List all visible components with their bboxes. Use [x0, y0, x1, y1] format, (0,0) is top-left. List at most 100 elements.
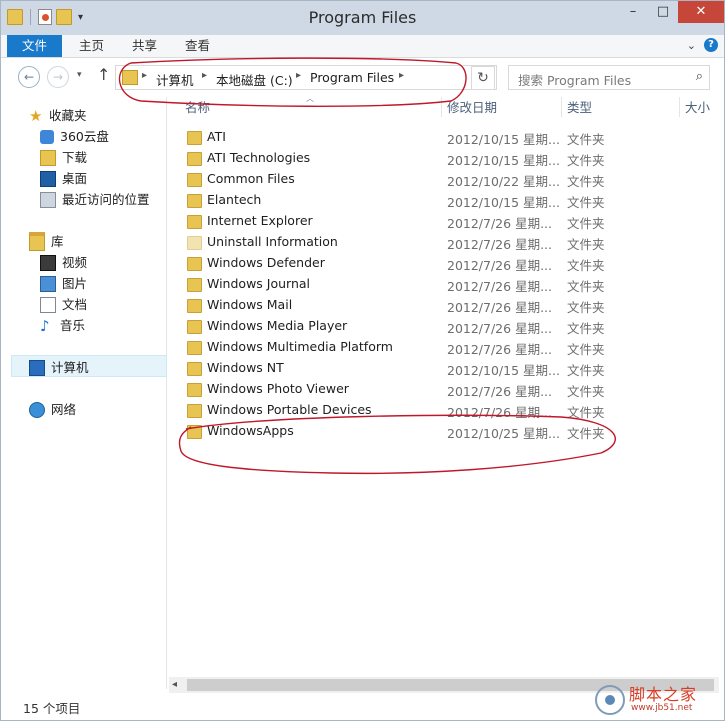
file-name[interactable]: ATI Technologies	[207, 150, 310, 165]
music-note-icon: ♪	[40, 316, 50, 335]
file-row[interactable]: Common Files 2012/10/22 星期... 文件夹	[178, 169, 628, 190]
sidebar-item-downloads[interactable]: 下载	[40, 148, 87, 167]
minimize-button[interactable]: –	[618, 1, 648, 23]
file-row[interactable]: Windows Media Player 2012/7/26 星期... 文件夹	[178, 316, 628, 337]
forward-button[interactable]: →	[47, 66, 69, 88]
file-row[interactable]: Windows Multimedia Platform 2012/7/26 星期.…	[178, 337, 628, 358]
folder-icon	[187, 236, 202, 250]
file-name[interactable]: Windows Journal	[207, 276, 310, 291]
up-arrow-icon[interactable]: ↑	[97, 65, 110, 84]
column-header-name[interactable]: 名称	[185, 97, 210, 119]
column-divider[interactable]	[561, 97, 562, 117]
folder-icon	[187, 131, 202, 145]
tab-view[interactable]: 查看	[185, 35, 210, 57]
file-row[interactable]: ATI 2012/10/15 星期... 文件夹	[178, 127, 628, 148]
file-row[interactable]: WindowsApps 2012/10/25 星期... 文件夹	[178, 421, 628, 442]
tab-file[interactable]: 文件	[7, 35, 62, 57]
file-name[interactable]: Common Files	[207, 171, 295, 186]
sidebar-item-pictures[interactable]: 图片	[40, 274, 87, 293]
file-modified-date: 2012/7/26 星期...	[447, 342, 552, 357]
file-row[interactable]: ATI Technologies 2012/10/15 星期... 文件夹	[178, 148, 628, 169]
sidebar-item-desktop[interactable]: 桌面	[40, 169, 87, 188]
folder-icon	[187, 425, 202, 439]
video-icon	[40, 254, 56, 271]
breadcrumb-local-disk[interactable]: 本地磁盘 (C:)	[216, 70, 293, 89]
file-row[interactable]: Windows Journal 2012/7/26 星期... 文件夹	[178, 274, 628, 295]
folder-icon	[187, 320, 202, 334]
tab-share[interactable]: 共享	[132, 35, 157, 57]
file-name[interactable]: Internet Explorer	[207, 213, 313, 228]
recent-locations-dropdown-icon[interactable]: ▾	[77, 70, 82, 80]
file-type: 文件夹	[567, 279, 605, 294]
file-name[interactable]: Windows Mail	[207, 297, 292, 312]
breadcrumb-separator-icon[interactable]: ▸	[202, 70, 207, 81]
breadcrumb-program-files[interactable]: Program Files	[310, 70, 394, 85]
sidebar-item-videos[interactable]: 视频	[40, 253, 87, 272]
folder-icon	[187, 404, 202, 418]
sidebar-item-network[interactable]: 网络	[29, 400, 76, 419]
file-row[interactable]: Windows Defender 2012/7/26 星期... 文件夹	[178, 253, 628, 274]
expand-ribbon-icon[interactable]: ⌄	[687, 39, 696, 52]
file-name[interactable]: ATI	[207, 129, 226, 144]
file-row[interactable]: Windows Mail 2012/7/26 星期... 文件夹	[178, 295, 628, 316]
file-name[interactable]: Windows Media Player	[207, 318, 347, 333]
watermark-logo-icon	[595, 685, 625, 715]
search-input[interactable]: 搜索 Program Files	[518, 70, 631, 89]
title-bar: ▾ Program Files – □ ✕	[1, 1, 724, 35]
file-modified-date: 2012/7/26 星期...	[447, 405, 552, 420]
file-name[interactable]: Windows Portable Devices	[207, 402, 372, 417]
sidebar-item-music[interactable]: ♪ 音乐	[40, 316, 85, 335]
search-box[interactable]: 搜索 Program Files ⌕	[508, 65, 710, 90]
breadcrumb-separator-icon[interactable]: ▸	[142, 70, 147, 81]
file-name[interactable]: Windows Multimedia Platform	[207, 339, 393, 354]
file-modified-date: 2012/7/26 星期...	[447, 384, 552, 399]
tab-home[interactable]: 主页	[79, 35, 104, 57]
column-header-size[interactable]: 大小	[685, 97, 710, 119]
sidebar-favorites[interactable]: ★ 收藏夹	[29, 106, 87, 125]
address-folder-icon	[122, 70, 138, 85]
navigation-pane: ★ 收藏夹 360云盘 下载 桌面 最近访问的位置 库 视频 图片 文档 ♪ 音…	[1, 97, 167, 689]
breadcrumb-separator-icon[interactable]: ▸	[399, 70, 404, 81]
navigation-bar: ← → ▾ ↑ ▸ 计算机 ▸ 本地磁盘 (C:) ▸ Program File…	[1, 58, 724, 96]
file-name[interactable]: Windows Photo Viewer	[207, 381, 349, 396]
maximize-button[interactable]: □	[648, 1, 678, 23]
breadcrumb-separator-icon[interactable]: ▸	[296, 70, 301, 81]
address-bar[interactable]: ▸ 计算机 ▸ 本地磁盘 (C:) ▸ Program Files ▸	[115, 65, 497, 90]
file-name[interactable]: Elantech	[207, 192, 261, 207]
file-row[interactable]: Windows Photo Viewer 2012/7/26 星期... 文件夹	[178, 379, 628, 400]
file-modified-date: 2012/10/15 星期...	[447, 132, 560, 147]
documents-icon	[40, 296, 56, 313]
column-divider[interactable]	[441, 97, 442, 117]
sidebar-item-recent-places[interactable]: 最近访问的位置	[40, 190, 150, 209]
back-button[interactable]: ←	[18, 66, 40, 88]
file-type: 文件夹	[567, 321, 605, 336]
search-icon[interactable]: ⌕	[696, 69, 703, 84]
sidebar-item-label: 音乐	[60, 318, 86, 333]
file-row[interactable]: Elantech 2012/10/15 星期... 文件夹	[178, 190, 628, 211]
sidebar-item-computer[interactable]: 计算机	[29, 358, 89, 377]
sidebar-item-documents[interactable]: 文档	[40, 295, 87, 314]
help-icon[interactable]: ?	[704, 38, 718, 52]
file-name[interactable]: Windows NT	[207, 360, 284, 375]
close-button[interactable]: ✕	[678, 1, 724, 23]
sidebar-item-360-cloud[interactable]: 360云盘	[40, 127, 109, 146]
file-name[interactable]: Windows Defender	[207, 255, 325, 270]
pictures-icon	[40, 275, 56, 292]
column-divider[interactable]	[679, 97, 680, 117]
computer-icon	[29, 359, 45, 376]
column-header-type[interactable]: 类型	[567, 97, 592, 119]
file-row[interactable]: Uninstall Information 2012/7/26 星期... 文件夹	[178, 232, 628, 253]
column-header-date[interactable]: 修改日期	[447, 97, 497, 119]
breadcrumb-computer[interactable]: 计算机	[156, 70, 194, 89]
file-name[interactable]: Uninstall Information	[207, 234, 338, 249]
file-type: 文件夹	[567, 174, 605, 189]
scroll-left-icon[interactable]: ◂	[172, 679, 177, 690]
file-modified-date: 2012/10/25 星期...	[447, 426, 560, 441]
sidebar-item-label: 下载	[62, 150, 88, 165]
file-row[interactable]: Windows Portable Devices 2012/7/26 星期... 文…	[178, 400, 628, 421]
refresh-button[interactable]: ↻	[471, 66, 495, 90]
file-row[interactable]: Internet Explorer 2012/7/26 星期... 文件夹	[178, 211, 628, 232]
file-name[interactable]: WindowsApps	[207, 423, 294, 438]
file-row[interactable]: Windows NT 2012/10/15 星期... 文件夹	[178, 358, 628, 379]
sidebar-libraries[interactable]: 库	[29, 232, 64, 251]
